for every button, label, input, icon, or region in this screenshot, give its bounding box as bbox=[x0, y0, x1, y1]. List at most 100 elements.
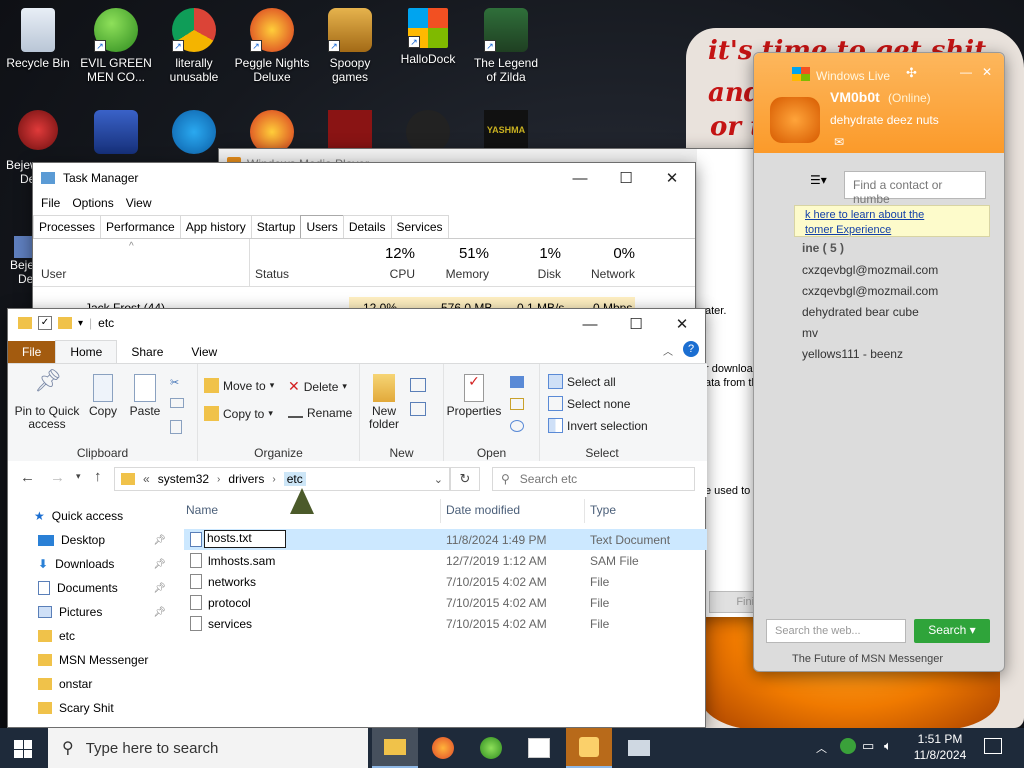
minimize-button[interactable]: — bbox=[960, 65, 972, 79]
file-row[interactable]: lmhosts.sam 12/7/2019 1:12 AM SAM File bbox=[184, 550, 707, 571]
qat-chevron-icon[interactable]: ▾ bbox=[78, 318, 83, 329]
refresh-icon[interactable]: ↻ bbox=[450, 467, 480, 491]
avatar[interactable] bbox=[770, 97, 820, 143]
taskbar-app[interactable] bbox=[616, 728, 662, 768]
web-search-input[interactable]: Search the web... bbox=[766, 619, 906, 643]
back-arrow-icon[interactable]: ← bbox=[20, 469, 35, 486]
taskbar-msn[interactable] bbox=[468, 728, 514, 768]
column-cpu[interactable]: CPU bbox=[353, 267, 415, 281]
bejeweled-icon[interactable] bbox=[18, 110, 58, 150]
tab-share[interactable]: Share bbox=[117, 341, 177, 363]
tab-processes[interactable]: Processes bbox=[33, 215, 102, 238]
new-folder-button[interactable]: New folder bbox=[364, 374, 404, 431]
menu-file[interactable]: File bbox=[41, 196, 60, 210]
taskbar-task-manager[interactable] bbox=[516, 728, 562, 768]
close-button[interactable]: ✕ bbox=[659, 309, 705, 339]
history-icon[interactable] bbox=[510, 420, 524, 432]
contact-item[interactable]: mv bbox=[802, 326, 818, 340]
delete-button[interactable]: ✕ Delete ▾ bbox=[288, 378, 347, 395]
minimize-button[interactable]: — bbox=[557, 163, 603, 193]
search-button[interactable]: Search ▾ bbox=[914, 619, 990, 643]
search-input[interactable]: ⚲ Search etc bbox=[492, 467, 695, 491]
breadcrumb-item[interactable]: system32 bbox=[158, 472, 209, 486]
open-icon[interactable] bbox=[510, 376, 524, 388]
close-button[interactable]: ✕ bbox=[982, 65, 992, 79]
tab-details[interactable]: Details bbox=[342, 215, 392, 238]
mpl-icon[interactable] bbox=[94, 110, 138, 154]
nav-msn-messenger[interactable]: MSN Messenger bbox=[38, 649, 172, 671]
desktop-icon-hallodock[interactable]: ↗ HalloDock bbox=[390, 8, 466, 66]
nav-documents[interactable]: Documents 📌︎ bbox=[38, 577, 172, 599]
paste-button[interactable]: Paste bbox=[126, 374, 164, 418]
breadcrumb-item[interactable]: drivers bbox=[228, 472, 264, 486]
tab-users[interactable]: Users bbox=[300, 215, 344, 238]
msn-status[interactable]: (Online) bbox=[888, 91, 931, 105]
clock[interactable]: 1:51 PM 11/8/2024 bbox=[908, 731, 972, 763]
desktop-icon-peggle[interactable]: ↗ Peggle Nights Deluxe bbox=[234, 8, 310, 84]
network-icon[interactable]: ▭ bbox=[862, 738, 874, 754]
ribbon-collapse-icon[interactable]: ︿ bbox=[663, 343, 673, 358]
taskbar-media-player[interactable] bbox=[566, 728, 612, 768]
select-all-button[interactable]: Select all bbox=[548, 374, 616, 389]
minimize-button[interactable]: — bbox=[567, 309, 613, 339]
copy-button[interactable]: Copy bbox=[86, 374, 120, 418]
contact-group-online[interactable]: ine ( 5 ) bbox=[802, 241, 844, 255]
taskbar-search-input[interactable]: ⚲ Type here to search bbox=[48, 728, 368, 768]
msn-banner-link[interactable]: k here to learn about the tomer Experien… bbox=[794, 205, 990, 237]
mail-icon[interactable]: ✉ bbox=[834, 135, 844, 149]
list-view-icon[interactable]: ☰▾ bbox=[810, 173, 827, 187]
tab-app-history[interactable]: App history bbox=[179, 215, 252, 238]
rename-button[interactable]: Rename bbox=[288, 406, 352, 420]
properties-check-icon[interactable]: ✓ bbox=[38, 316, 52, 330]
recent-chevron-icon[interactable]: ▾ bbox=[76, 471, 81, 482]
msn-tray-icon[interactable] bbox=[840, 738, 856, 754]
tab-performance[interactable]: Performance bbox=[100, 215, 181, 238]
tab-file[interactable]: File bbox=[8, 341, 56, 363]
menu-options[interactable]: Options bbox=[72, 196, 113, 210]
properties-button[interactable]: ✓ Properties bbox=[446, 374, 502, 418]
desktop-icon-evil-green-men[interactable]: ↗ EVIL GREEN MEN CO... bbox=[78, 8, 154, 84]
nav-etc[interactable]: etc bbox=[38, 625, 172, 647]
file-row[interactable]: protocol 7/10/2015 4:02 AM File bbox=[184, 592, 707, 613]
chevron-up-icon[interactable]: ︿ bbox=[816, 740, 827, 756]
select-none-button[interactable]: Select none bbox=[548, 396, 630, 411]
pin-icon[interactable]: 📌︎ bbox=[153, 583, 166, 594]
pin-icon[interactable]: 📌︎ bbox=[153, 559, 166, 570]
desktop-icon-chrome[interactable]: ↗ literally unusable bbox=[156, 8, 232, 84]
nav-onstar[interactable]: onstar bbox=[38, 673, 172, 695]
new-folder-icon[interactable] bbox=[58, 317, 72, 329]
desktop-icon-legend-of-zilda[interactable]: ↗ The Legend of Zilda bbox=[468, 8, 544, 84]
nav-pictures[interactable]: Pictures 📌︎ bbox=[38, 601, 172, 623]
tab-services[interactable]: Services bbox=[390, 215, 449, 238]
cut-icon[interactable]: ✂ bbox=[170, 376, 179, 389]
column-network[interactable]: Network bbox=[571, 267, 635, 281]
file-row[interactable]: hosts.txt 11/8/2024 1:49 PM Text Documen… bbox=[184, 529, 707, 550]
edit-icon[interactable] bbox=[510, 398, 524, 410]
desktop-icon-spoopy-games[interactable]: ↗ Spoopy games bbox=[312, 8, 388, 84]
maximize-button[interactable]: ☐ bbox=[603, 163, 649, 193]
task-manager-window[interactable]: Task Manager — ☐ ✕ File Options View Proce… bbox=[32, 162, 696, 318]
nav-quick-access[interactable]: ★ Quick access bbox=[34, 505, 168, 527]
column-date-modified[interactable]: Date modified bbox=[446, 503, 520, 517]
maximize-button[interactable]: ☐ bbox=[613, 309, 659, 339]
contact-item[interactable]: dehydrated bear cube bbox=[802, 305, 919, 319]
tab-view[interactable]: View bbox=[177, 341, 231, 363]
up-arrow-icon[interactable]: ↑ bbox=[94, 468, 102, 485]
breadcrumb-item[interactable]: etc bbox=[283, 472, 306, 486]
file-row[interactable]: services 7/10/2015 4:02 AM File bbox=[184, 613, 707, 634]
invert-selection-button[interactable]: Invert selection bbox=[548, 418, 648, 433]
breadcrumb[interactable]: « system32 › drivers › etc ⌄ bbox=[114, 467, 450, 491]
column-name[interactable]: Name bbox=[186, 503, 218, 517]
msn-username[interactable]: VM0b0t bbox=[830, 89, 880, 105]
start-button[interactable] bbox=[14, 740, 32, 758]
sort-chevron-icon[interactable]: ^ bbox=[129, 241, 134, 252]
easy-access-icon[interactable] bbox=[410, 402, 426, 416]
nav-downloads[interactable]: ⬇ Downloads 📌︎ bbox=[38, 553, 172, 575]
desktop-icon-recycle-bin[interactable]: Recycle Bin bbox=[0, 8, 76, 70]
contact-item[interactable]: cxzqevbgl@mozmail.com bbox=[802, 284, 938, 298]
edge-icon[interactable] bbox=[172, 110, 216, 154]
help-icon[interactable]: ? bbox=[683, 341, 699, 357]
forward-arrow-icon[interactable]: → bbox=[50, 469, 65, 486]
pin-quick-access-button[interactable]: 📌︎ Pin to Quick access bbox=[14, 370, 80, 431]
nav-desktop[interactable]: Desktop 📌︎ bbox=[38, 529, 172, 551]
